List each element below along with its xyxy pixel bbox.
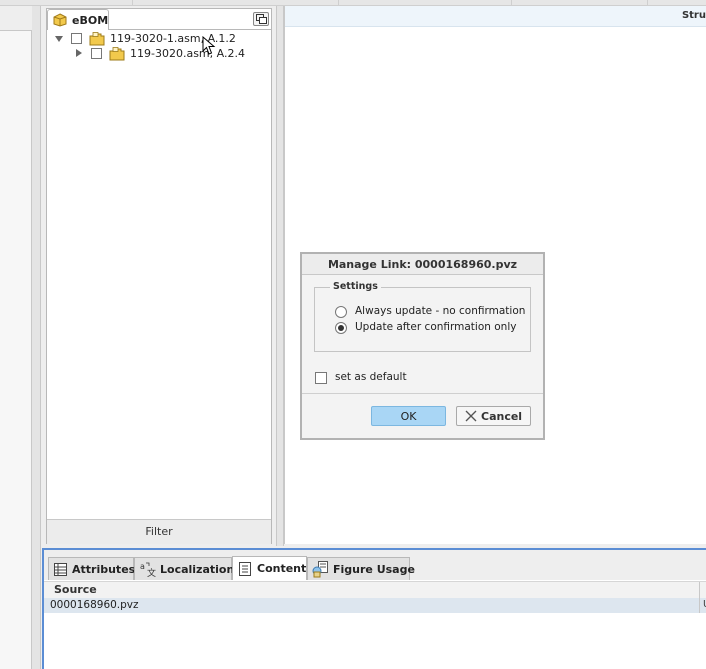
- assembly-folder-icon: [89, 32, 105, 46]
- cancel-button[interactable]: Cancel: [456, 406, 531, 426]
- structure-tree-panel: [46, 8, 272, 544]
- radio-update-after-confirmation[interactable]: [335, 322, 347, 334]
- option-always-update-label: Always update - no confirmation: [355, 305, 526, 317]
- tab-figure-usage[interactable]: Figure Usage: [307, 557, 415, 580]
- ok-button[interactable]: OK: [371, 406, 446, 426]
- source-cell: 0000168960.pvz: [50, 599, 139, 611]
- column-header-source[interactable]: Source: [44, 581, 706, 599]
- ok-button-label: OK: [400, 410, 417, 423]
- cancel-button-label: Cancel: [481, 410, 523, 423]
- expand-down-icon[interactable]: [55, 36, 63, 42]
- attributes-table-icon: [54, 563, 67, 576]
- tree-main-splitter[interactable]: [276, 6, 284, 546]
- maximize-icon: [256, 14, 267, 24]
- set-as-default-option[interactable]: set as default: [315, 371, 435, 385]
- dialog-separator: [302, 393, 543, 394]
- left-collapsed-pane: [0, 30, 32, 669]
- tab-ebom-label: eBOM: [72, 14, 109, 27]
- tree-node-root[interactable]: 119-3020-1.asm, A.1.2: [52, 32, 262, 46]
- tab-content-label: Content: [257, 562, 307, 575]
- filter-label: Filter: [145, 525, 173, 538]
- tree-node-checkbox[interactable]: [71, 33, 82, 44]
- radio-always-update[interactable]: [335, 306, 347, 318]
- tab-bar-underline: [109, 29, 271, 30]
- column-separator: [699, 598, 700, 613]
- column-header-label: Source: [54, 583, 97, 596]
- cube-icon: [53, 13, 67, 27]
- left-splitter[interactable]: [32, 6, 41, 669]
- close-icon: [465, 410, 477, 422]
- tree-node-child[interactable]: 119-3020.asm, A.2.4: [72, 47, 262, 61]
- mouse-cursor-icon: [202, 36, 216, 55]
- set-as-default-label: set as default: [335, 371, 407, 383]
- expand-right-icon[interactable]: [76, 49, 82, 57]
- maximize-panel-button[interactable]: [253, 12, 269, 26]
- option-always-update[interactable]: Always update - no confirmation: [335, 305, 525, 319]
- settings-group: [314, 287, 531, 352]
- structure-header-label: Stru: [681, 10, 706, 21]
- option-update-after-confirmation[interactable]: Update after confirmation only: [335, 321, 525, 335]
- tab-attributes-label: Attributes: [72, 563, 136, 576]
- tab-attributes[interactable]: Attributes: [48, 557, 136, 580]
- tab-ebom[interactable]: eBOM: [47, 9, 109, 30]
- figure-usage-icon: [312, 561, 328, 578]
- settings-group-label: Settings: [330, 281, 381, 292]
- dialog-title-bar[interactable]: Manage Link: 0000168960.pvz: [302, 254, 543, 275]
- tab-figure-usage-label: Figure Usage: [333, 563, 415, 576]
- tab-localization[interactable]: a 文 Localization: [134, 557, 235, 580]
- column-separator[interactable]: [699, 582, 700, 598]
- set-as-default-checkbox[interactable]: [315, 372, 327, 384]
- dialog-title: Manage Link: 0000168960.pvz: [327, 258, 518, 271]
- svg-text:文: 文: [147, 567, 156, 577]
- tab-localization-label: Localization: [160, 563, 235, 576]
- document-icon: [239, 562, 251, 576]
- option-update-after-confirmation-label: Update after confirmation only: [355, 321, 517, 333]
- assembly-folder-icon: [109, 47, 125, 61]
- tab-content[interactable]: Content: [232, 556, 307, 580]
- tree-node-checkbox[interactable]: [91, 48, 102, 59]
- svg-text:a: a: [140, 562, 145, 571]
- tree-node-label: 119-3020.asm, A.2.4: [130, 47, 245, 60]
- left-pane-divider: [0, 30, 31, 31]
- filter-bar[interactable]: Filter: [47, 519, 271, 544]
- structure-view-header: Stru: [285, 6, 706, 27]
- table-row[interactable]: 0000168960.pvz U: [44, 598, 706, 613]
- tree-node-label: 119-3020-1.asm, A.1.2: [110, 32, 236, 45]
- translate-icon: a 文: [140, 562, 156, 577]
